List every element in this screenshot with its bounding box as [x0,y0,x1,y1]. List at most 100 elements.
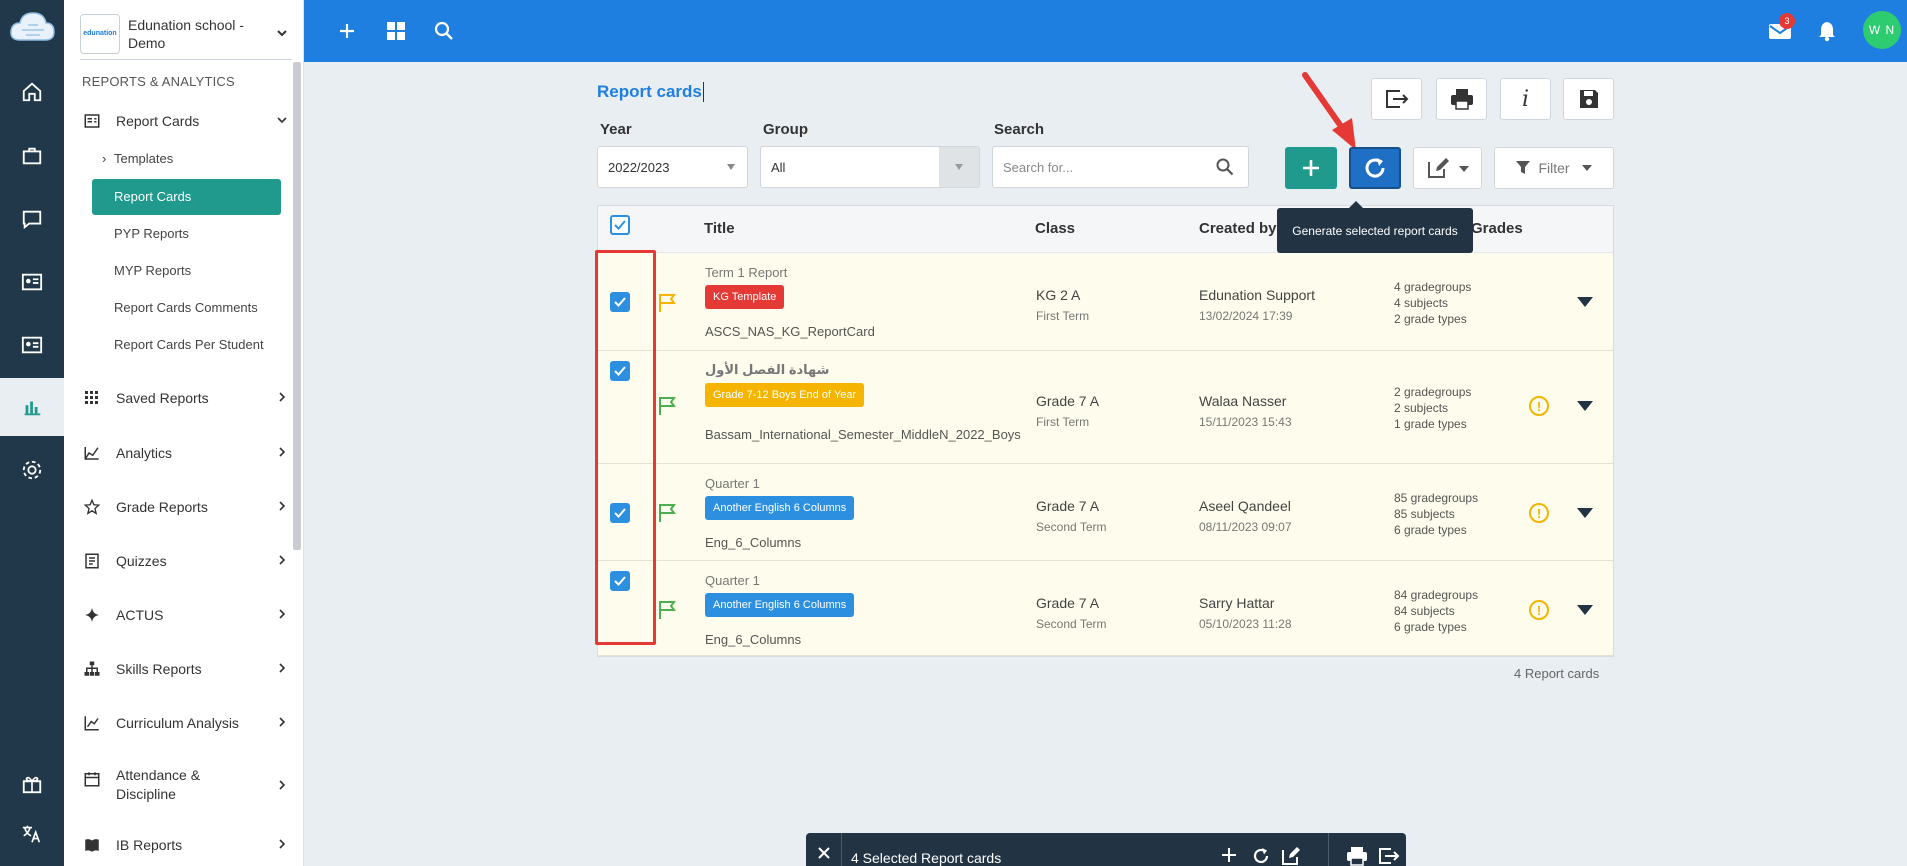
table-row[interactable]: Term 1 Report KG Template ASCS_NAS_KG_Re… [598,253,1613,351]
sidebar-item-actus[interactable]: ACTUS [82,606,292,624]
flag-icon[interactable] [658,293,676,318]
hierarchy-icon [82,660,102,678]
edit-dropdown-button[interactable] [1413,147,1482,189]
sidebar-item-ib-reports[interactable]: IB Reports [82,836,292,854]
expand-caret-icon[interactable] [1577,401,1593,411]
sidebar-subitem-report-cards-comments[interactable]: Report Cards Comments [114,300,258,315]
export-button[interactable] [1371,78,1422,120]
sidebar-subitem-templates[interactable]: › Templates [102,151,173,166]
sidebar-item-label: ACTUS [116,607,164,623]
group-select[interactable]: All [760,146,980,188]
header-class[interactable]: Class [1035,220,1075,237]
sidebar-subitem-myp-reports[interactable]: MYP Reports [114,263,191,278]
close-icon[interactable] [806,833,842,866]
row-title: شهادة الفصل الأول [705,362,830,377]
page-title: Report cards [597,82,704,102]
sidebar-item-skills-reports[interactable]: Skills Reports [82,660,292,678]
sidebar-item-report-cards[interactable]: Report Cards [82,112,292,130]
export-icon[interactable] [1378,846,1400,866]
add-icon[interactable] [333,17,361,45]
print-icon[interactable] [1346,846,1368,866]
generate-tooltip: Generate selected report cards [1277,201,1473,253]
sidebar-subitem-report-cards-per-student[interactable]: Report Cards Per Student [114,337,264,352]
search-icon[interactable] [430,17,458,45]
sidebar-item-grade-reports[interactable]: Grade Reports [82,498,292,516]
school-selector[interactable]: edunation Edunation school - Demo [80,8,292,60]
chevron-down-icon[interactable] [276,26,288,44]
table-row[interactable]: Quarter 1 Another English 6 Columns Eng_… [598,561,1613,656]
expand-caret-icon[interactable] [1577,605,1593,615]
sidebar-item-attendance[interactable]: Attendance & Discipline [82,766,292,804]
home-icon[interactable] [16,76,48,108]
info-icon: i [1521,86,1530,112]
dashboard-icon[interactable] [382,17,410,45]
year-select[interactable]: 2022/2023 [597,146,748,188]
warning-icon[interactable]: ! [1529,396,1549,416]
term-name: Second Term [1036,617,1107,631]
sidebar-item-analytics[interactable]: Analytics [82,444,292,462]
select-all-checkbox[interactable] [610,215,630,235]
sidebar-subitem-report-cards[interactable]: Report Cards [92,179,281,215]
edit-icon[interactable] [1281,846,1301,866]
sidebar-item-label: Report Cards [116,113,200,129]
creator-name: Walaa Nasser [1199,393,1287,409]
created-date: 15/11/2023 15:43 [1199,415,1292,429]
avatar[interactable]: W N [1863,11,1901,49]
id-card-icon[interactable] [16,266,48,298]
translate-icon[interactable] [16,818,48,850]
caret-down-icon [1581,165,1592,171]
sidebar-item-label: Analytics [116,445,173,461]
flag-icon[interactable] [658,503,676,528]
search-icon[interactable] [1216,158,1234,179]
generate-button[interactable] [1349,147,1401,189]
filter-icon [1516,161,1531,174]
cloud-logo-icon[interactable] [8,8,56,52]
grade-stats: 2 gradegroups 2 subjects 1 grade types [1394,384,1471,432]
save-button[interactable] [1563,78,1614,120]
gradegroups-count: 4 gradegroups [1394,280,1472,294]
analytics-icon[interactable] [0,378,64,436]
sidebar-subitem-pyp-reports[interactable]: PYP Reports [114,226,189,241]
refresh-icon[interactable] [1251,846,1271,866]
bell-icon[interactable] [1813,17,1841,45]
filter-button[interactable]: Filter [1494,147,1614,189]
edit-icon [1427,158,1449,178]
grade-stats: 85 gradegroups 85 subjects 6 grade types [1394,490,1478,538]
gradegroups-count: 2 gradegroups [1394,385,1472,399]
table-row[interactable]: Quarter 1 Another English 6 Columns Eng_… [598,464,1613,561]
flag-icon[interactable] [658,600,676,625]
print-button[interactable] [1436,78,1487,120]
created-date: 05/10/2023 11:28 [1199,617,1292,631]
expand-caret-icon[interactable] [1577,297,1593,307]
header-created-by[interactable]: Created by [1199,220,1277,237]
term-name: First Term [1036,309,1090,323]
sidebar-item-saved-reports[interactable]: Saved Reports [82,390,292,406]
sidebar-item-curriculum-analysis[interactable]: Curriculum Analysis [82,714,292,732]
gradegroups-count: 84 gradegroups [1394,588,1479,602]
warning-icon[interactable]: ! [1529,600,1549,620]
subjects-count: 4 subjects [1394,296,1449,310]
profile-card-icon[interactable] [16,329,48,361]
sidebar-item-quizzes[interactable]: Quizzes [82,552,292,570]
sidebar: edunation Edunation school - Demo REPORT… [64,0,304,866]
search-input[interactable]: Search for... [992,146,1249,188]
calendar-icon [82,770,102,788]
briefcase-icon[interactable] [16,140,48,172]
chat-icon[interactable] [16,203,48,235]
table-row[interactable]: شهادة الفصل الأول Grade 7-12 Boys End of… [598,351,1613,464]
info-button[interactable]: i [1500,78,1551,120]
header-title[interactable]: Title [704,220,735,237]
flag-icon[interactable] [658,396,676,421]
grade-types-count: 6 grade types [1394,620,1467,634]
expand-caret-icon[interactable] [1577,508,1593,518]
warning-icon[interactable]: ! [1529,503,1549,523]
add-report-card-button[interactable] [1285,147,1337,189]
divider [1328,833,1329,866]
sidebar-item-label: IB Reports [116,837,183,853]
gift-icon[interactable] [16,768,48,800]
filter-label: Filter [1538,160,1570,176]
settings-icon[interactable] [16,454,48,486]
sidebar-scrollbar[interactable] [293,62,301,550]
add-icon[interactable] [1220,846,1238,866]
header-grades[interactable]: Grades [1471,220,1523,237]
